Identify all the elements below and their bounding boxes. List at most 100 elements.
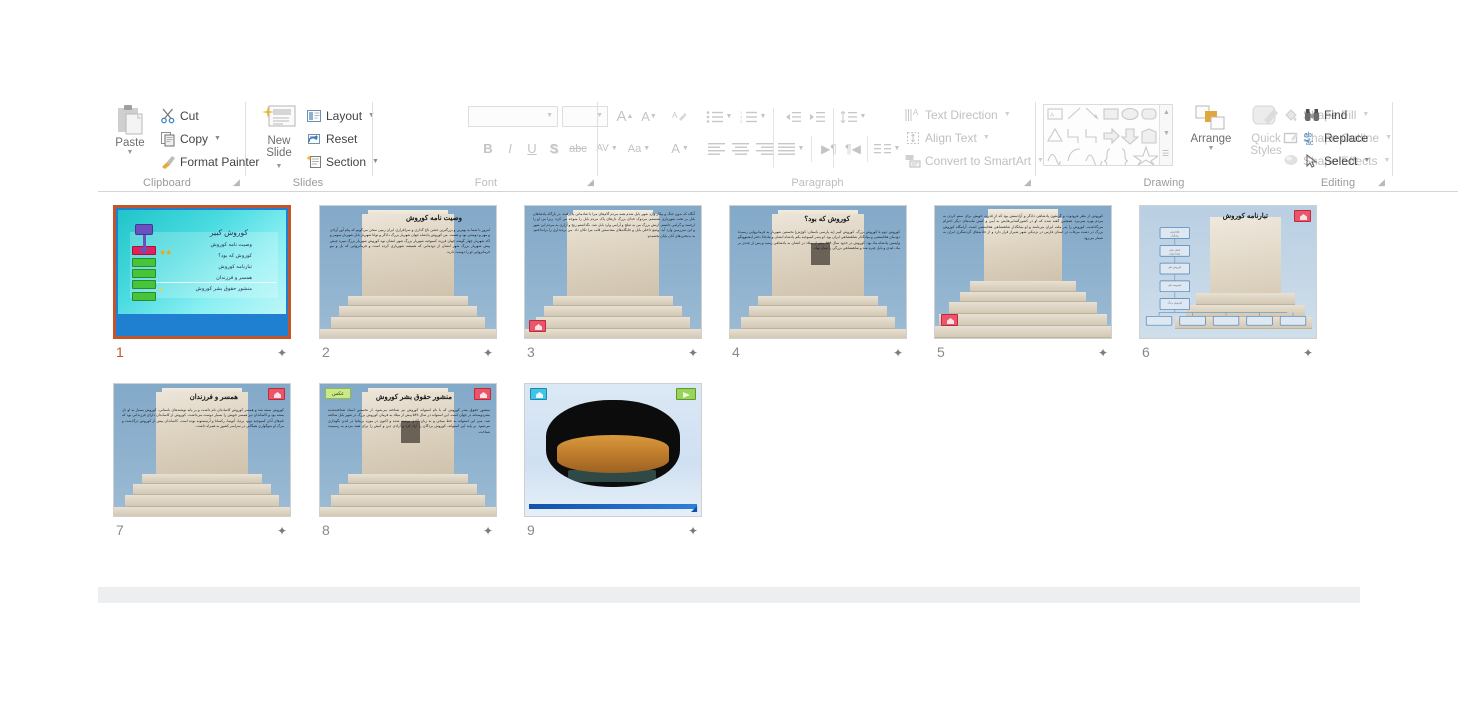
animation-star-icon-1[interactable]: ✦ (275, 346, 289, 360)
shapes-scroll-up-icon[interactable]: ▲ (1163, 109, 1170, 116)
animation-star-icon-8[interactable]: ✦ (481, 524, 495, 538)
numbering-button[interactable]: 1 2 3 ▼ (739, 106, 767, 127)
menu-item-2[interactable]: کوروش که بود؟ (196, 251, 252, 262)
columns-icon (873, 143, 891, 153)
shapes-gallery[interactable]: A ▲ ▼ ☰ (1043, 104, 1173, 166)
justify-button[interactable]: ▼ (777, 138, 805, 159)
line-spacing-button[interactable]: ▼ (839, 106, 867, 127)
clipboard-dialog-launcher[interactable]: ◢ (233, 177, 243, 187)
binoculars-icon (1305, 108, 1319, 121)
slide-9-play-button[interactable] (676, 388, 696, 400)
slide-7-home-button[interactable] (268, 388, 285, 400)
animation-star-icon-6[interactable]: ✦ (1301, 346, 1315, 360)
select-button[interactable]: Select ▼ (1304, 150, 1370, 171)
text-shadow-button[interactable]: S (544, 138, 564, 159)
shapes-gallery-scroll[interactable]: ▲ ▼ ☰ (1159, 105, 1172, 165)
slide-thumbnail-1[interactable]: کوروش کبیر وصیت نامه کوروش کوروش که بود؟… (113, 205, 303, 363)
paste-button[interactable]: Paste ▼ (106, 104, 154, 157)
ltr-direction-button[interactable]: ▶¶ (817, 138, 841, 159)
slide-8-home-button[interactable] (474, 388, 491, 400)
underline-button[interactable]: U (522, 138, 542, 159)
increase-indent-button[interactable] (805, 106, 829, 127)
slide-thumbnail-3[interactable]: آنگاه که بدون جنگ و پیکار وارد شهر بابل … (524, 205, 714, 363)
shape-fill-icon (1285, 108, 1297, 121)
cut-button[interactable]: Cut (160, 105, 199, 126)
rtl-direction-button[interactable]: ¶◀ (841, 138, 865, 159)
animation-star-icon-7[interactable]: ✦ (275, 524, 289, 538)
decrease-indent-button[interactable] (781, 106, 805, 127)
paste-dropdown-caret[interactable]: ▼ (106, 149, 154, 157)
slide-1-nav-button-5[interactable] (132, 292, 156, 301)
columns-button[interactable]: ▼ (873, 138, 901, 159)
animation-star-icon-9[interactable]: ✦ (686, 524, 700, 538)
slide-1-nav-button-3[interactable] (132, 269, 156, 278)
font-name-input[interactable]: ▼ (468, 106, 558, 127)
select-label: Select (1324, 153, 1358, 168)
new-slide-button[interactable]: New Slide ▼ (256, 104, 302, 171)
animation-star-icon-5[interactable]: ✦ (1096, 346, 1110, 360)
copy-button[interactable]: Copy ▼ (160, 128, 221, 149)
bullets-button[interactable]: ▼ (705, 106, 733, 127)
font-name-caret[interactable]: ▼ (546, 112, 553, 119)
group-separator (597, 102, 598, 176)
slide-3-home-button[interactable] (529, 320, 546, 332)
slide-thumbnail-9[interactable]: ◢ 9 ✦ (524, 383, 714, 541)
slide-number-8: 8 (322, 522, 330, 538)
group-label-font: Font (474, 177, 498, 189)
text-direction-caret[interactable]: ▼ (1004, 111, 1011, 118)
menu-item-5[interactable]: منشور حقوق بشر کوروش (196, 284, 252, 295)
section-button[interactable]: Section ▼ (306, 151, 379, 172)
text-direction-button[interactable]: A Text Direction ▼ (905, 104, 1011, 125)
slide-sorter-pane[interactable]: کوروش کبیر وصیت نامه کوروش کوروش که بود؟… (98, 192, 1360, 603)
replace-button[interactable]: ab ac Replace (1304, 127, 1368, 148)
animation-star-icon-2[interactable]: ✦ (481, 346, 495, 360)
slide-thumbnail-6[interactable]: تبارنامه کوروش هخامنش بنیانگذار چیش پیش … (1139, 205, 1329, 363)
select-caret[interactable]: ▼ (1363, 157, 1370, 164)
svg-text:A: A (913, 108, 919, 117)
menu-item-3[interactable]: تبارنامه کوروش (196, 262, 252, 273)
shapes-gallery-more-icon[interactable]: ☰ (1162, 149, 1169, 158)
decrease-indent-icon (786, 111, 801, 122)
reset-button[interactable]: Reset (306, 128, 357, 149)
slide-6-home-button[interactable] (1294, 210, 1311, 222)
strikethrough-button[interactable]: abc (566, 138, 590, 159)
svg-text:هخامنش: هخامنش (1170, 230, 1180, 234)
slide-5-home-button[interactable] (941, 314, 958, 326)
align-text-button[interactable]: Align Text ▼ (905, 127, 990, 148)
align-center-button[interactable] (729, 138, 753, 159)
slide-thumbnail-7[interactable]: همسر و فرزندان کوروش بسته شد و همسر کورو… (113, 383, 303, 541)
paragraph-dialog-launcher[interactable]: ◢ (1024, 177, 1034, 187)
arrange-dropdown-caret[interactable]: ▼ (1183, 145, 1239, 153)
slide-thumbnail-2[interactable]: وصیت نامه کوروش امروز با شما به بهترین و… (319, 205, 509, 363)
copy-dropdown-caret[interactable]: ▼ (214, 135, 221, 142)
font-dialog-launcher[interactable]: ◢ (587, 177, 597, 187)
convert-to-smartart-button[interactable]: Convert to SmartArt ▼ (905, 150, 1044, 171)
shapes-scroll-down-icon[interactable]: ▼ (1163, 130, 1170, 137)
new-slide-dropdown-caret[interactable]: ▼ (276, 163, 283, 170)
layout-button[interactable]: Layout ▼ (306, 105, 375, 126)
slide-9-info-button[interactable] (530, 388, 547, 400)
shape-outline-icon (1283, 132, 1298, 143)
align-right-button[interactable] (753, 138, 777, 159)
slide-4-canvas: کوروش که بود؟ کوروش دوم یا کوروش بزرگ، ک… (729, 205, 907, 339)
svg-text:کمبوجیه یکم: کمبوجیه یکم (1168, 283, 1182, 287)
italic-button[interactable]: I (500, 138, 520, 159)
menu-item-1[interactable]: وصیت نامه کوروش (196, 240, 252, 251)
animation-star-icon-4[interactable]: ✦ (891, 346, 905, 360)
slide-1-nav-button-4[interactable] (132, 280, 156, 289)
slide-8-image-button[interactable]: عکس (325, 388, 351, 399)
ribbon-group-font: ▼ ▼ A ▲ A ▼ A B I U S abc AV ▼ Aa ▼ A ▼ … (374, 96, 689, 191)
align-left-button[interactable] (705, 138, 729, 159)
slide-thumbnail-5[interactable]: کوروش از نظر هرودوت و گزنفون پادشاهی داد… (934, 205, 1124, 363)
align-text-caret[interactable]: ▼ (983, 134, 990, 141)
slide-1-nav-button-2[interactable] (132, 258, 156, 267)
animation-star-icon-3[interactable]: ✦ (686, 346, 700, 360)
bold-button[interactable]: B (478, 138, 498, 159)
slide-thumbnail-4[interactable]: کوروش که بود؟ کوروش دوم یا کوروش بزرگ، ک… (729, 205, 919, 363)
arrange-button[interactable]: Arrange ▼ (1183, 104, 1239, 153)
tomb-step (949, 302, 1097, 315)
tomb-step (320, 328, 496, 338)
slide-thumbnail-8[interactable]: منشور حقوق بشر کوروش منشور حقوق بشر کورو… (319, 383, 509, 541)
slide-9-resize-handle-icon[interactable]: ◢ (691, 505, 699, 513)
find-button[interactable]: Find (1304, 104, 1347, 125)
